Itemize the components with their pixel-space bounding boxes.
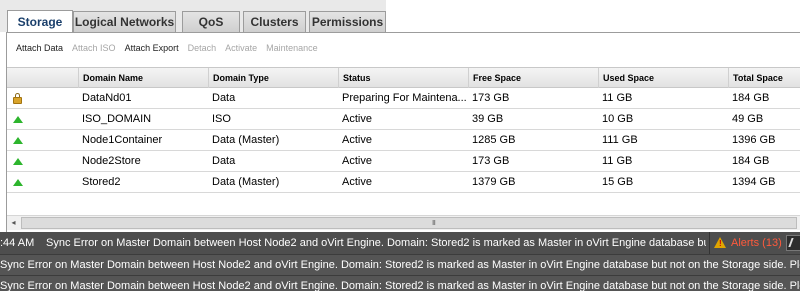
tabbar-spacer (386, 0, 800, 32)
header-status-icon (7, 68, 74, 88)
header-free-space[interactable]: Free Space (468, 68, 598, 88)
domain-name-cell: ISO_DOMAIN (82, 113, 152, 125)
alerts-label: Alerts (13) (731, 237, 782, 249)
domain-type-cell: Data (Master) (212, 176, 280, 188)
scrollbar-grip-icon: III (432, 220, 436, 227)
table-row[interactable]: Node2Store Data Active 173 GB 11 GB 184 … (7, 151, 800, 172)
used-space-cell: 11 GB (602, 155, 633, 167)
attach-export-button[interactable]: Attach Export (125, 43, 179, 57)
activate-button[interactable]: Activate (225, 43, 257, 57)
used-space-cell: 11 GB (602, 92, 633, 104)
events-footer: :44 AM Sync Error on Master Domain betwe… (0, 232, 800, 254)
storage-domains-table: Domain Name Domain Type Status Free Spac… (7, 67, 800, 193)
action-toolbar: Attach Data Attach ISO Attach Export Det… (16, 43, 327, 57)
domain-name-cell: Node2Store (82, 155, 141, 167)
status-text-cell: Active (342, 134, 372, 146)
total-space-cell: 1396 GB (732, 134, 776, 146)
horizontal-scrollbar[interactable]: ◂ III (7, 215, 800, 230)
status-cell (7, 151, 74, 171)
maintenance-button[interactable]: Maintenance (266, 43, 318, 57)
up-arrow-icon (13, 137, 23, 144)
warning-icon: ! (714, 237, 727, 249)
table-header: Domain Name Domain Type Status Free Spac… (7, 67, 800, 88)
free-space-cell: 173 GB (472, 92, 510, 104)
free-space-cell: 1379 GB (472, 176, 516, 188)
event-list-item[interactable]: Sync Error on Master Domain between Host… (0, 254, 800, 275)
status-cell (7, 172, 74, 192)
domain-type-cell: Data (Master) (212, 134, 280, 146)
total-space-cell: 184 GB (732, 92, 770, 104)
domain-name-cell: Stored2 (82, 176, 121, 188)
total-space-cell: 184 GB (732, 155, 770, 167)
table-row[interactable]: Node1Container Data (Master) Active 1285… (7, 130, 800, 151)
tab-storage[interactable]: Storage (7, 10, 73, 33)
free-space-cell: 173 GB (472, 155, 510, 167)
lock-icon (13, 93, 22, 104)
header-total-space[interactable]: Total Space (728, 68, 800, 88)
domain-type-cell: ISO (212, 113, 231, 125)
used-space-cell: 15 GB (602, 176, 634, 188)
status-text-cell: Preparing For Maintena... (342, 92, 467, 104)
free-space-cell: 39 GB (472, 113, 504, 125)
tab-logical-networks[interactable]: Logical Networks (73, 11, 176, 32)
scrollbar-thumb[interactable]: III (21, 217, 797, 229)
detach-button[interactable]: Detach (188, 43, 217, 57)
last-event-message[interactable]: Sync Error on Master Domain between Host… (46, 232, 706, 254)
used-space-cell: 10 GB (602, 113, 634, 125)
status-text-cell: Active (342, 155, 372, 167)
up-arrow-icon (13, 179, 23, 186)
total-space-cell: 49 GB (732, 113, 764, 125)
table-row[interactable]: DataNd01 Data Preparing For Maintena... … (7, 88, 800, 109)
header-used-space[interactable]: Used Space (598, 68, 728, 88)
tab-permissions[interactable]: Permissions (309, 11, 386, 32)
table-row[interactable]: Stored2 Data (Master) Active 1379 GB 15 … (7, 172, 800, 193)
free-space-cell: 1285 GB (472, 134, 516, 146)
scroll-left-arrow-icon[interactable]: ◂ (7, 216, 20, 230)
header-domain-name[interactable]: Domain Name (78, 68, 208, 88)
status-cell (7, 109, 74, 129)
alerts-button[interactable]: ! Alerts (13) (709, 232, 785, 254)
subtab-bar: Storage Logical Networks QoS Clusters Pe… (0, 0, 800, 33)
table-row[interactable]: ISO_DOMAIN ISO Active 39 GB 10 GB 49 GB (7, 109, 800, 130)
tab-qos[interactable]: QoS (182, 11, 240, 32)
used-space-cell: 111 GB (602, 134, 638, 146)
event-list-item[interactable]: Sync Error on Master Domain between Host… (0, 275, 800, 291)
up-arrow-icon (13, 116, 23, 123)
tab-clusters[interactable]: Clusters (243, 11, 306, 32)
domain-type-cell: Data (212, 92, 236, 104)
domain-name-cell: Node1Container (82, 134, 163, 146)
status-cell (7, 130, 74, 150)
header-status[interactable]: Status (338, 68, 468, 88)
status-text-cell: Active (342, 176, 372, 188)
header-domain-type[interactable]: Domain Type (208, 68, 338, 88)
tasks-toggle-icon[interactable] (786, 235, 800, 251)
status-cell (7, 88, 74, 108)
up-arrow-icon (13, 158, 23, 165)
total-space-cell: 1394 GB (732, 176, 776, 188)
status-text-cell: Active (342, 113, 372, 125)
last-event-time: :44 AM (0, 237, 35, 249)
attach-data-button[interactable]: Attach Data (16, 43, 63, 57)
domain-type-cell: Data (212, 155, 236, 167)
attach-iso-button[interactable]: Attach ISO (72, 43, 116, 57)
domain-name-cell: DataNd01 (82, 92, 132, 104)
